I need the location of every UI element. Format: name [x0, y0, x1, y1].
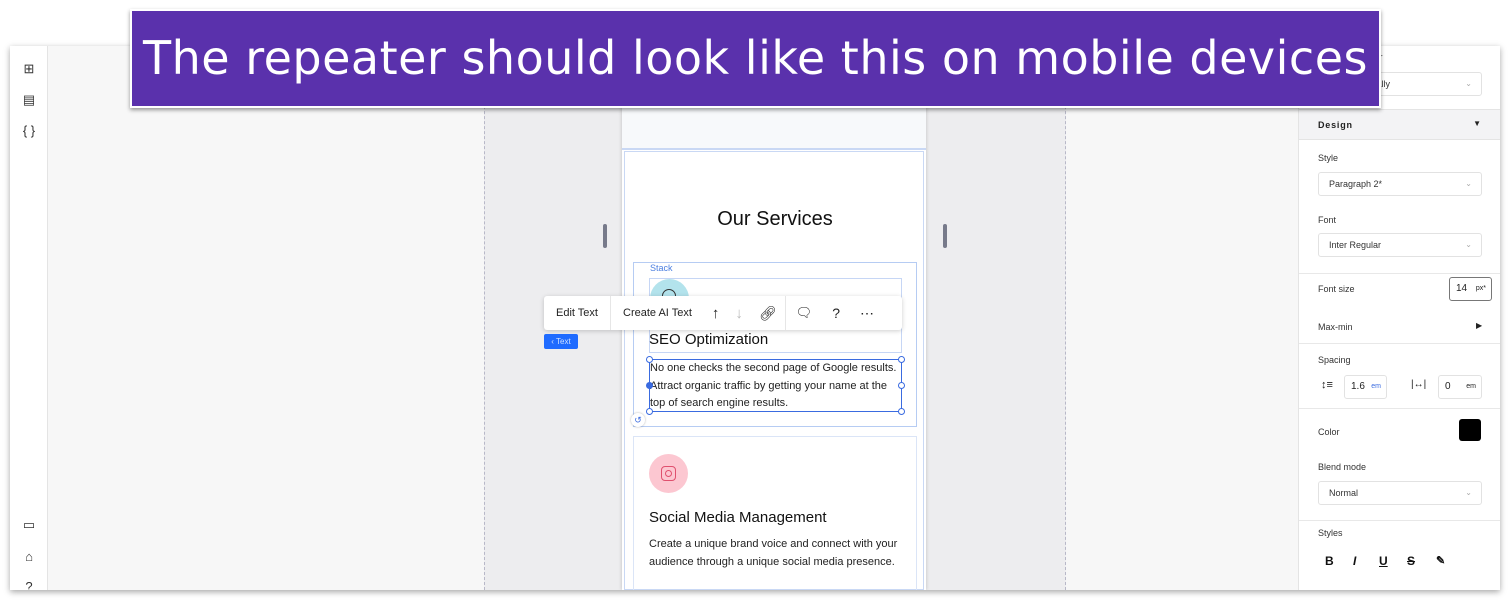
item-text[interactable]: No one checks the second page of Google … — [650, 360, 902, 413]
resize-handle-right[interactable] — [943, 224, 947, 248]
font-dropdown[interactable]: Inter Regular ⌄ — [1318, 233, 1482, 257]
code-braces-icon[interactable]: { } — [20, 122, 38, 140]
instagram-icon — [649, 454, 688, 493]
item-heading[interactable]: Social Media Management — [649, 509, 827, 526]
color-label: Color — [1318, 427, 1340, 437]
highlight-pen-icon[interactable]: ✎ — [1436, 554, 1445, 567]
line-height-input[interactable]: 1.6 em — [1344, 375, 1387, 399]
inspector-panel: havior rtionally⌄ Design ▼ Style Paragra… — [1298, 46, 1500, 590]
letter-spacing-icon: |↔| — [1411, 379, 1427, 390]
repeater-item-stack[interactable]: Stack SEO Optimization No one checks the… — [631, 262, 917, 427]
grid-icon[interactable]: ⊞ — [20, 60, 38, 78]
floating-toolbar: Edit Text Create AI Text ↑ ↓ 🔗︎ 🗨︎ ? ⋯ — [544, 296, 902, 330]
style-dropdown[interactable]: Paragraph 2* ⌄ — [1318, 172, 1482, 196]
max-min-label[interactable]: Max-min — [1318, 322, 1353, 332]
create-ai-text-button[interactable]: Create AI Text — [611, 296, 704, 330]
caret-right-icon[interactable]: ▶ — [1476, 321, 1482, 330]
letter-spacing-input[interactable]: 0 em — [1438, 375, 1482, 399]
move-up-icon[interactable]: ↑ — [704, 296, 728, 330]
graduation-cap-icon[interactable]: ⌂ — [20, 548, 38, 566]
resize-handle-left[interactable] — [603, 224, 607, 248]
more-icon[interactable]: ⋯ — [850, 296, 884, 330]
font-size-label: Font size — [1318, 284, 1355, 294]
text-element-chip[interactable]: ‹ Text — [544, 334, 578, 349]
blend-mode-dropdown[interactable]: Normal ⌄ — [1318, 481, 1482, 505]
stack-label: Stack — [650, 263, 673, 273]
styles-label: Styles — [1318, 528, 1343, 538]
design-title: Design — [1318, 120, 1353, 130]
resize-handle[interactable] — [898, 408, 905, 415]
section-title[interactable]: Our Services — [625, 208, 925, 231]
chevron-down-icon: ⌄ — [1465, 179, 1472, 188]
resize-handle[interactable] — [898, 382, 905, 389]
font-size-input[interactable]: 14 px* — [1449, 277, 1492, 301]
link-icon[interactable]: 🔗︎ — [751, 296, 785, 330]
resize-handle[interactable] — [646, 408, 653, 415]
style-label: Style — [1318, 153, 1339, 163]
chevron-down-icon: ⌄ — [1465, 240, 1472, 249]
caption-banner: The repeater should look like this on mo… — [130, 9, 1381, 108]
caret-down-icon: ▼ — [1473, 119, 1481, 128]
spacing-label: Spacing — [1318, 355, 1351, 365]
blend-mode-label: Blend mode — [1318, 462, 1367, 472]
strikethrough-button[interactable]: S — [1407, 554, 1415, 568]
comment-icon[interactable]: ▭ — [20, 516, 38, 534]
help-icon[interactable]: ? — [20, 578, 38, 590]
bold-button[interactable]: B — [1325, 554, 1334, 568]
move-down-icon[interactable]: ↓ — [727, 296, 751, 330]
selected-text-box[interactable]: No one checks the second page of Google … — [646, 356, 905, 415]
underline-button[interactable]: U — [1379, 554, 1388, 568]
help-icon[interactable]: ? — [822, 296, 850, 330]
resize-handle[interactable] — [646, 382, 653, 389]
services-section[interactable]: Our Services Stack SEO Optimization No o… — [624, 151, 924, 590]
item-heading[interactable]: SEO Optimization — [649, 331, 768, 348]
color-swatch[interactable] — [1459, 419, 1481, 441]
rotate-icon[interactable]: ↺ — [631, 413, 645, 427]
line-height-icon: ↕≡ — [1321, 379, 1333, 391]
left-sidebar: ⊞ ▤ { } ▭ ⌂ ? — [10, 46, 48, 590]
table-icon[interactable]: ▤ — [20, 91, 38, 109]
comment-icon[interactable]: 🗨︎ — [786, 296, 823, 330]
item-text[interactable]: Create a unique brand voice and connect … — [649, 536, 904, 571]
chevron-down-icon: ⌄ — [1465, 488, 1472, 497]
italic-button[interactable]: I — [1353, 554, 1356, 568]
font-label: Font — [1318, 215, 1337, 225]
repeater-item[interactable]: Social Media Management Create a unique … — [633, 436, 917, 590]
edit-text-button[interactable]: Edit Text — [544, 296, 610, 330]
resize-handle[interactable] — [898, 356, 905, 363]
design-section-header[interactable]: Design ▼ — [1299, 109, 1500, 140]
resize-handle[interactable] — [646, 356, 653, 363]
